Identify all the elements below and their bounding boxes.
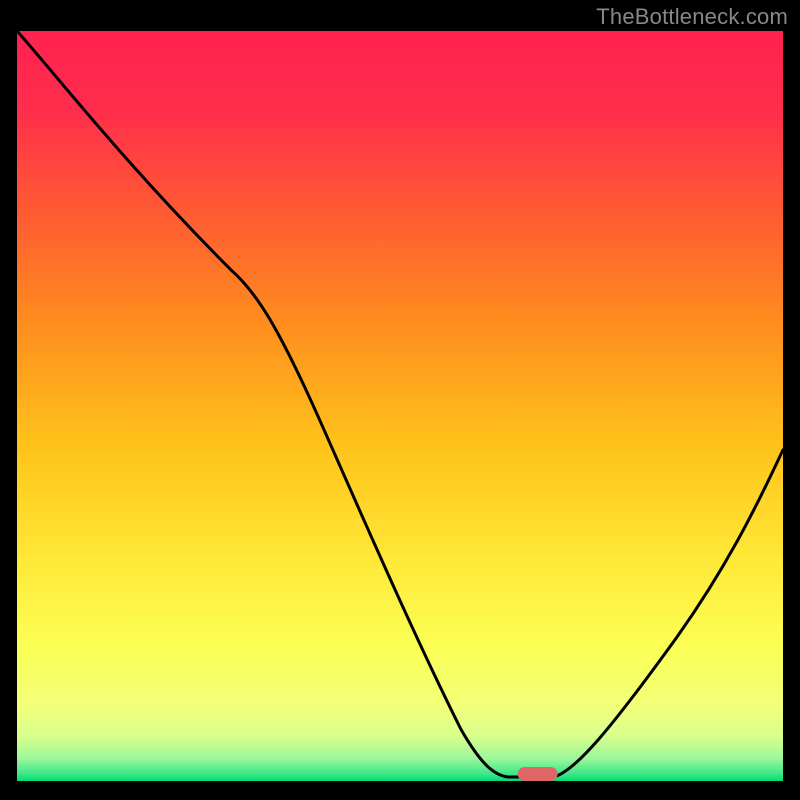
chart-area bbox=[16, 30, 784, 782]
chart-svg bbox=[17, 31, 783, 781]
watermark-text: TheBottleneck.com bbox=[596, 4, 788, 30]
gradient-rect bbox=[17, 31, 783, 781]
optimal-marker bbox=[518, 767, 558, 781]
